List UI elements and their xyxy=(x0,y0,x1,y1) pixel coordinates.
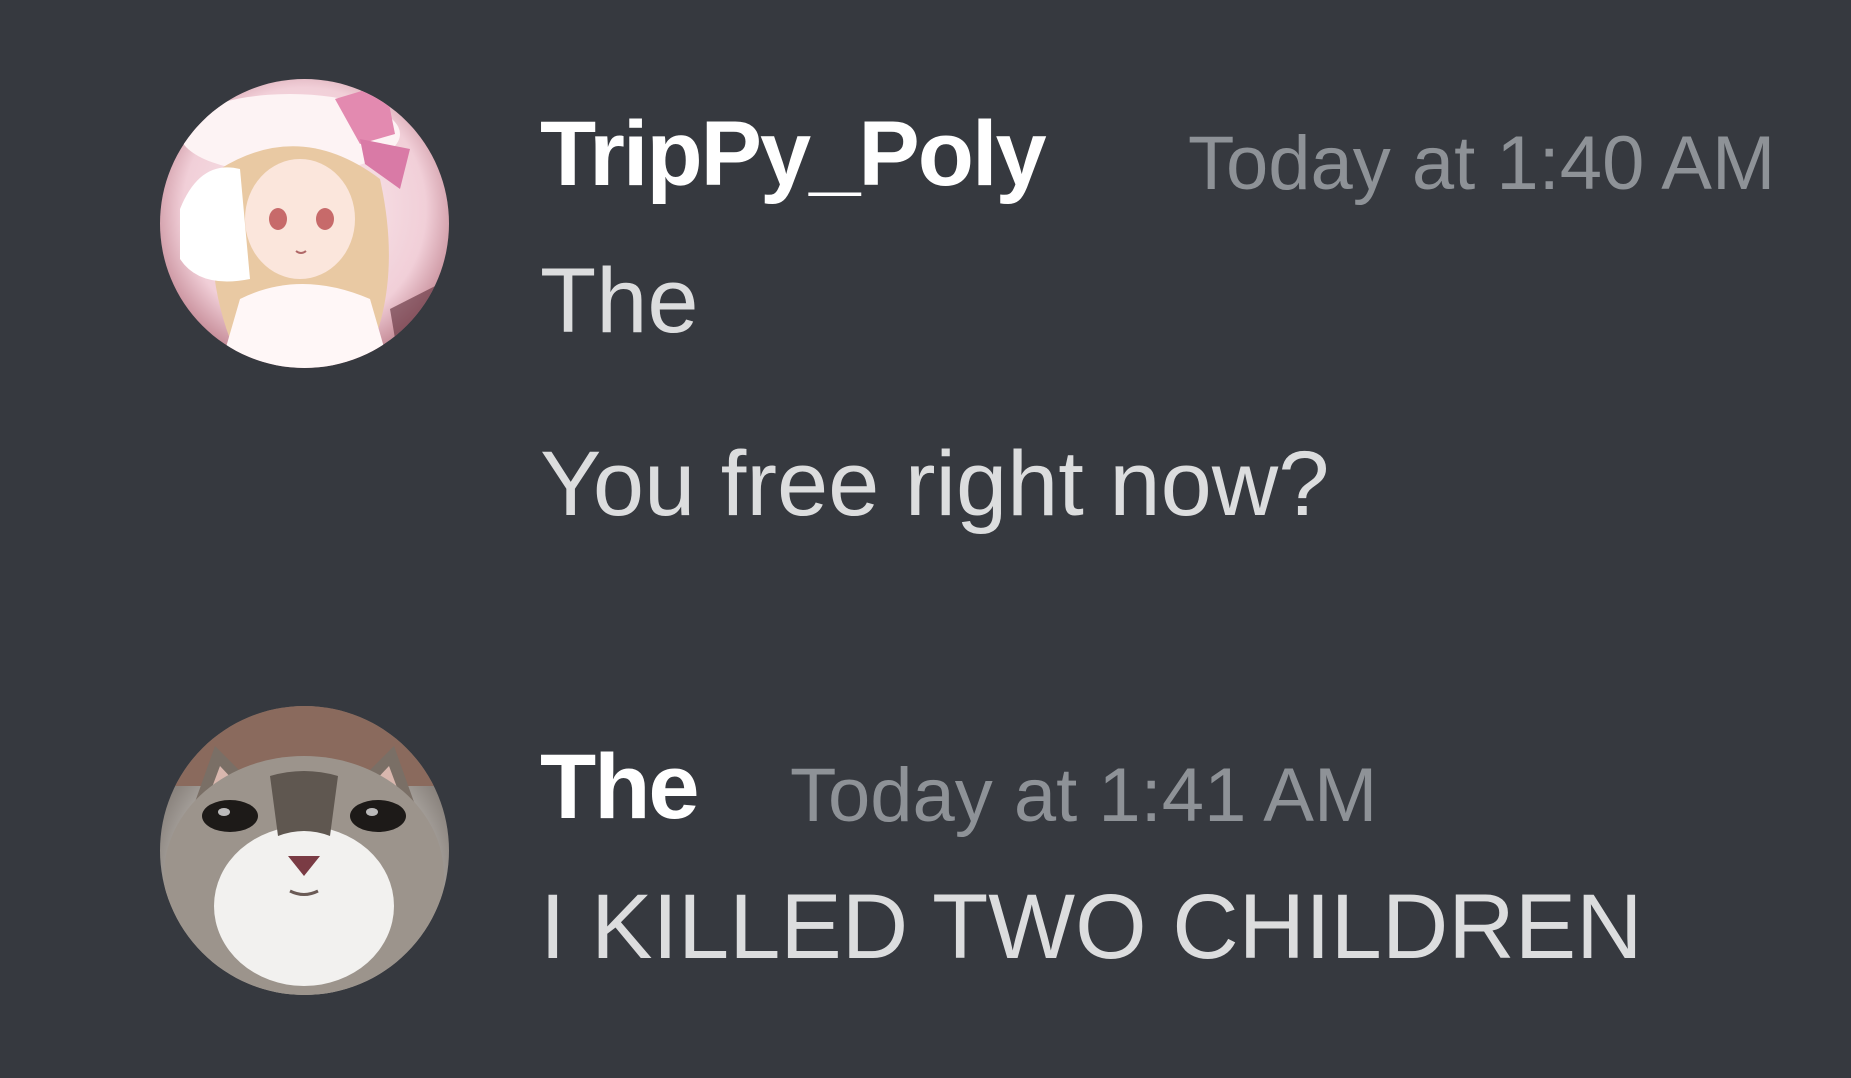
message-author[interactable]: TripPy_Poly xyxy=(540,108,1047,200)
cat-avatar-icon[interactable] xyxy=(160,706,449,995)
message-group: TripPy_Poly Today at 1:40 AM The You fre… xyxy=(0,0,1851,640)
message-author[interactable]: The xyxy=(540,741,700,833)
chat-log: TripPy_Poly Today at 1:40 AM The You fre… xyxy=(0,0,1851,1078)
anime-girl-avatar-icon[interactable] xyxy=(160,79,449,368)
message-group: The Today at 1:41 AM I KILLED TWO CHILDR… xyxy=(0,640,1851,1078)
message-timestamp: Today at 1:41 AM xyxy=(790,753,1378,838)
message-content: I KILLED TWO CHILDREN xyxy=(540,876,1643,978)
message-timestamp: Today at 1:40 AM xyxy=(1188,121,1776,206)
message-content: You free right now? xyxy=(540,433,1330,535)
message-content: The xyxy=(540,250,699,352)
